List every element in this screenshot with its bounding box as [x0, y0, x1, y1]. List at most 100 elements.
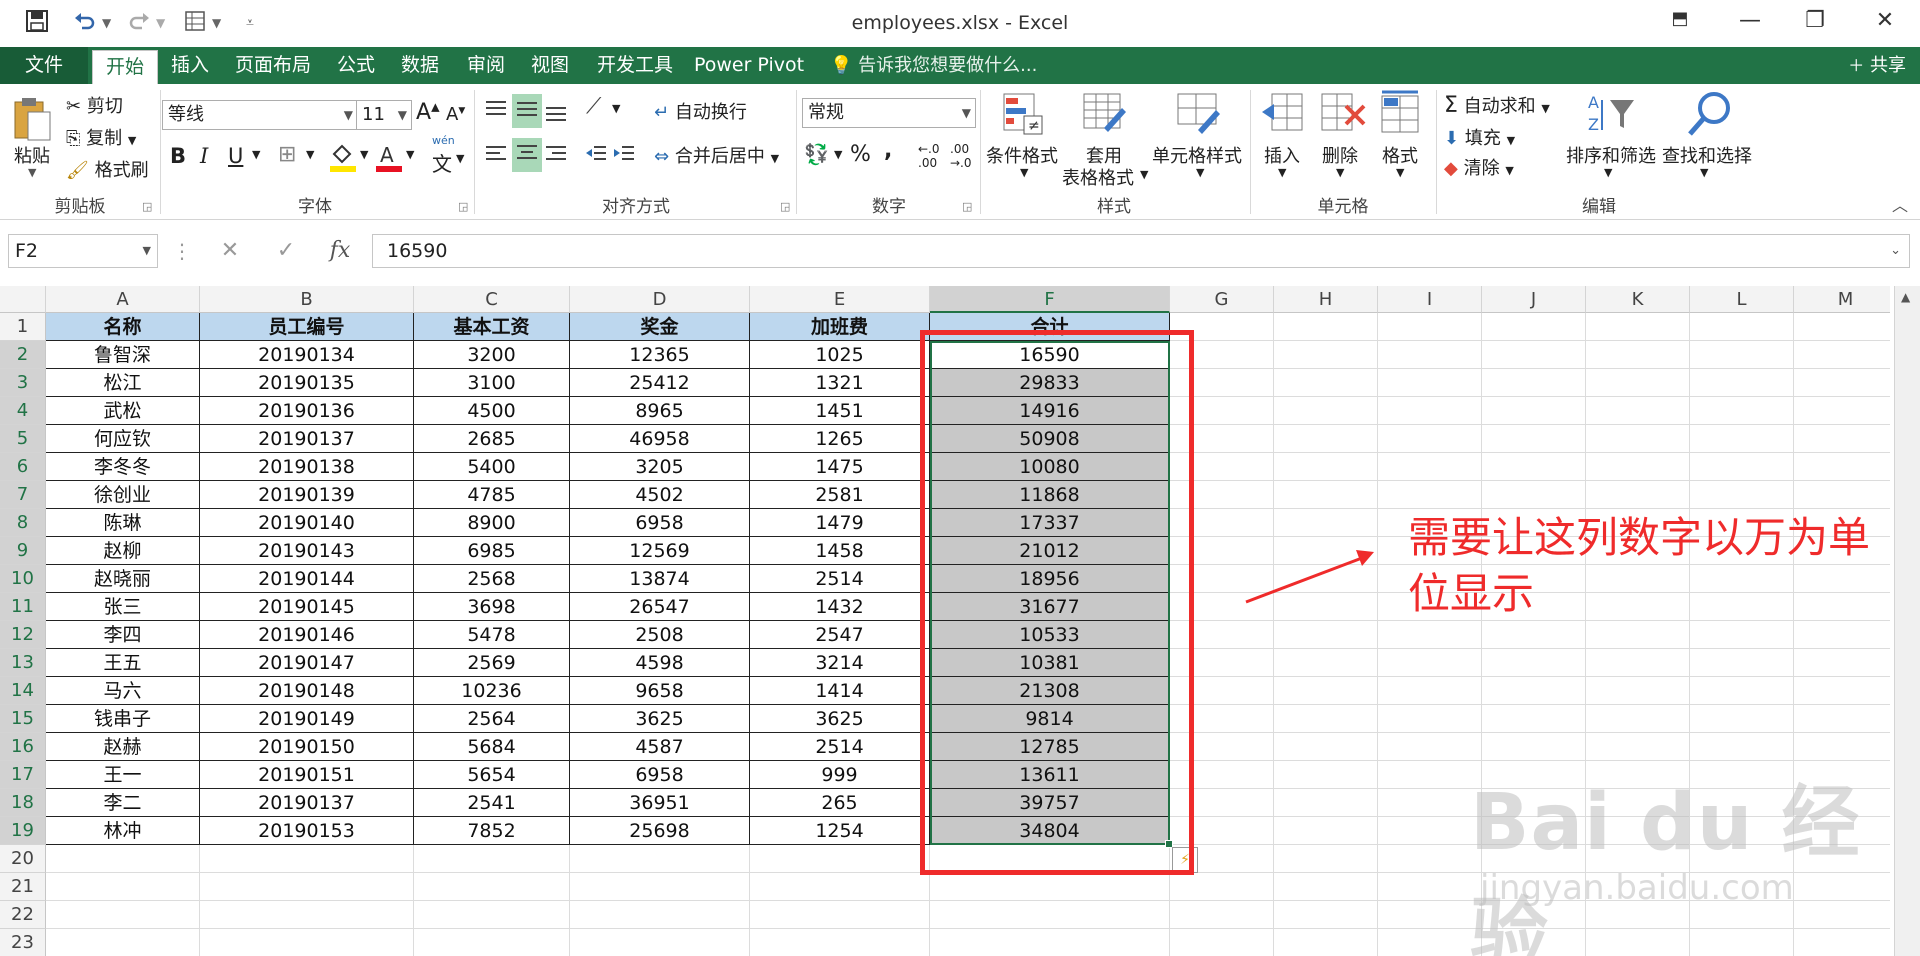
empty-cell[interactable]	[1690, 313, 1794, 341]
sort-filter-dropdown-icon[interactable]: ▼	[1604, 166, 1612, 179]
empty-cell[interactable]	[750, 929, 930, 956]
empty-cell[interactable]	[1274, 369, 1378, 397]
tab-power-pivot[interactable]: Power Pivot	[692, 47, 806, 84]
table-cell[interactable]: 3698	[414, 593, 570, 621]
table-cell[interactable]: 3625	[570, 705, 750, 733]
table-cell[interactable]: 李冬冬	[46, 453, 200, 481]
empty-cell[interactable]	[1378, 705, 1482, 733]
empty-cell[interactable]	[1378, 901, 1482, 929]
table-cell[interactable]: 4785	[414, 481, 570, 509]
empty-cell[interactable]	[1170, 873, 1274, 901]
table-cell[interactable]: 8965	[570, 397, 750, 425]
empty-cell[interactable]	[1586, 649, 1690, 677]
empty-cell[interactable]	[1378, 733, 1482, 761]
autosum-dropdown-icon[interactable]: ▼	[1541, 102, 1549, 115]
table-cell[interactable]: 3214	[750, 649, 930, 677]
empty-cell[interactable]	[1690, 397, 1794, 425]
table-cell[interactable]: 张三	[46, 593, 200, 621]
table-cell[interactable]: 3625	[750, 705, 930, 733]
table-cell[interactable]: 2581	[750, 481, 930, 509]
table-cell[interactable]: 20190134	[200, 341, 414, 369]
table-cell[interactable]: 4502	[570, 481, 750, 509]
table-cell[interactable]: 2514	[750, 565, 930, 593]
row-header[interactable]: 6	[0, 453, 46, 481]
table-cell[interactable]: 36951	[570, 789, 750, 817]
table-cell[interactable]: 赵柳	[46, 537, 200, 565]
empty-cell[interactable]	[1690, 481, 1794, 509]
empty-cell[interactable]	[1274, 817, 1378, 845]
column-header[interactable]: I	[1378, 286, 1482, 313]
empty-cell[interactable]	[1794, 341, 1890, 369]
empty-cell[interactable]	[1274, 313, 1378, 341]
empty-cell[interactable]	[1274, 761, 1378, 789]
format-as-table-dropdown-icon[interactable]: ▼	[1140, 168, 1148, 181]
table-cell[interactable]: 李四	[46, 621, 200, 649]
empty-cell[interactable]	[1482, 621, 1586, 649]
paste-dropdown-icon[interactable]: ▼	[28, 166, 36, 179]
empty-cell[interactable]	[414, 873, 570, 901]
italic-button[interactable]: I	[200, 144, 208, 168]
empty-cell[interactable]	[1274, 509, 1378, 537]
format-painter-button[interactable]: 🖌 格式刷	[66, 156, 149, 182]
empty-cell[interactable]	[570, 901, 750, 929]
column-header[interactable]: A	[46, 286, 200, 313]
empty-cell[interactable]	[1378, 313, 1482, 341]
empty-cell[interactable]	[200, 873, 414, 901]
empty-cell[interactable]	[200, 929, 414, 956]
fill-dropdown-icon[interactable]: ▼	[360, 148, 368, 161]
row-header[interactable]: 17	[0, 761, 46, 789]
tab-view[interactable]: 视图	[524, 47, 576, 84]
empty-cell[interactable]	[750, 873, 930, 901]
row-header[interactable]: 5	[0, 425, 46, 453]
table-header-cell[interactable]: 名称	[46, 313, 200, 341]
empty-cell[interactable]	[1378, 369, 1482, 397]
table-cell[interactable]: 20190148	[200, 677, 414, 705]
table-cell[interactable]: 5400	[414, 453, 570, 481]
empty-cell[interactable]	[1794, 677, 1890, 705]
empty-cell[interactable]	[1690, 425, 1794, 453]
column-header[interactable]: F	[930, 286, 1170, 313]
tab-formulas[interactable]: 公式	[330, 47, 382, 84]
row-header[interactable]: 18	[0, 789, 46, 817]
tab-home[interactable]: 开始	[92, 50, 158, 84]
table-cell[interactable]: 12365	[570, 341, 750, 369]
table-cell[interactable]: 20190153	[200, 817, 414, 845]
table-cell[interactable]: 李二	[46, 789, 200, 817]
tab-file[interactable]: 文件	[0, 47, 88, 84]
table-cell[interactable]: 12569	[570, 537, 750, 565]
format-cells-label[interactable]: 格式	[1382, 142, 1418, 168]
empty-cell[interactable]	[1794, 481, 1890, 509]
table-cell[interactable]: 20190144	[200, 565, 414, 593]
row-header[interactable]: 7	[0, 481, 46, 509]
empty-cell[interactable]	[1378, 761, 1482, 789]
table-cell[interactable]: 20190140	[200, 509, 414, 537]
table-cell[interactable]: 25698	[570, 817, 750, 845]
tab-page-layout[interactable]: 页面布局	[228, 47, 318, 84]
empty-cell[interactable]	[1378, 929, 1482, 956]
column-header[interactable]: L	[1690, 286, 1794, 313]
empty-cell[interactable]	[1794, 425, 1890, 453]
empty-cell[interactable]	[1378, 453, 1482, 481]
table-cell[interactable]: 陈琳	[46, 509, 200, 537]
table-cell[interactable]: 20190137	[200, 789, 414, 817]
empty-cell[interactable]	[1274, 649, 1378, 677]
conditional-format-dropdown-icon[interactable]: ▼	[1020, 166, 1028, 179]
table-cell[interactable]: 3205	[570, 453, 750, 481]
table-cell[interactable]: 1321	[750, 369, 930, 397]
align-top-icon[interactable]	[484, 98, 508, 126]
empty-cell[interactable]	[1586, 369, 1690, 397]
table-cell[interactable]: 999	[750, 761, 930, 789]
font-name-select[interactable]: 等线 ▼	[162, 100, 358, 130]
orientation-icon[interactable]: ⟋	[586, 94, 601, 119]
close-icon[interactable]: ✕	[1865, 8, 1905, 33]
table-header-cell[interactable]: 基本工资	[414, 313, 570, 341]
sort-filter-label[interactable]: 排序和筛选	[1566, 142, 1656, 168]
empty-cell[interactable]	[1586, 621, 1690, 649]
empty-cell[interactable]	[1794, 313, 1890, 341]
enter-formula-icon[interactable]: ✓	[268, 234, 304, 268]
empty-cell[interactable]	[1690, 733, 1794, 761]
row-header[interactable]: 11	[0, 593, 46, 621]
table-header-cell[interactable]: 奖金	[570, 313, 750, 341]
table-cell[interactable]: 8900	[414, 509, 570, 537]
currency-dropdown-icon[interactable]: ▼	[834, 148, 842, 161]
